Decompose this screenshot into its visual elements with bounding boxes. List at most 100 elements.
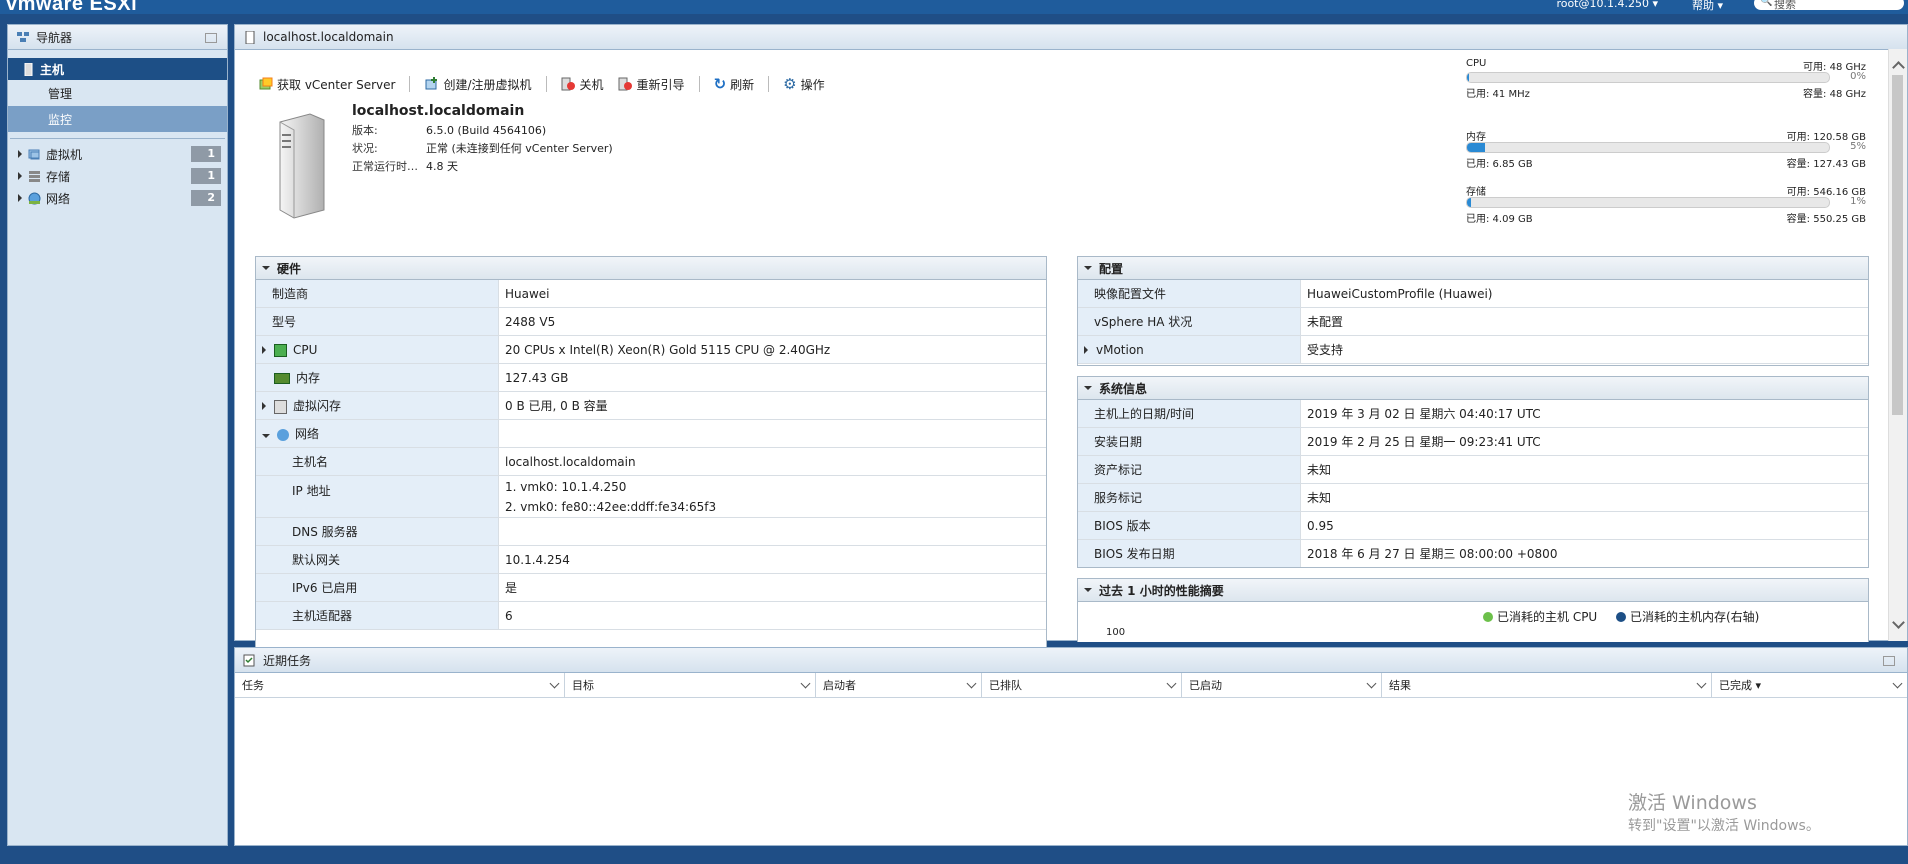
user-menu[interactable]: root@10.1.4.250 ▾ xyxy=(1556,0,1658,10)
scroll-down-icon[interactable] xyxy=(1892,616,1905,629)
column-target[interactable]: 目标 xyxy=(565,673,816,697)
expand-icon[interactable] xyxy=(18,150,22,158)
toolbar-separator xyxy=(409,76,411,92)
hardware-header[interactable]: 硬件 xyxy=(256,257,1046,280)
minimize-icon[interactable] xyxy=(1883,656,1895,666)
storage-icon xyxy=(29,170,40,182)
nav-network[interactable]: 网络 2 xyxy=(8,187,227,209)
performance-header[interactable]: 过去 1 小时的性能摘要 xyxy=(1078,579,1868,602)
table-row: 主机适配器 6 xyxy=(256,601,1046,630)
chevron-down-icon[interactable] xyxy=(1366,678,1377,689)
axis-tick: 100 xyxy=(1106,627,1126,638)
chevron-down-icon[interactable] xyxy=(549,678,560,689)
table-row: 默认网关 10.1.4.254 xyxy=(256,545,1046,574)
refresh-button[interactable]: ↻ 刷新 xyxy=(714,75,755,93)
help-menu[interactable]: 帮助 ▾ xyxy=(1692,0,1723,13)
column-initiator[interactable]: 启动者 xyxy=(816,673,982,697)
collapse-icon[interactable] xyxy=(1084,588,1092,592)
memory-meter: 内存 可用: 120.58 GB 5% 已用: 6.85 GB 容量: 127.43… xyxy=(1466,132,1866,170)
configuration-header[interactable]: 配置 xyxy=(1078,257,1868,280)
column-queued[interactable]: 已排队 xyxy=(982,673,1182,697)
nav-manage-label: 管理 xyxy=(48,86,73,101)
chevron-down-icon[interactable] xyxy=(966,678,977,689)
collapse-icon[interactable] xyxy=(262,434,270,438)
scroll-thumb[interactable] xyxy=(1892,75,1903,415)
expand-icon[interactable] xyxy=(262,402,266,410)
search-input[interactable]: 🔍 搜索 xyxy=(1754,0,1904,11)
table-row: 型号 2488 V5 xyxy=(256,307,1046,336)
table-row: 映像配置文件 HuaweiCustomProfile (Huawei) xyxy=(1078,280,1868,308)
vmware-logo: vmware ESXi xyxy=(6,0,138,15)
toolbar: 获取 vCenter Server 创建/注册虚拟机 关机 重新引导 ↻ 刷新 … xyxy=(259,75,839,93)
minimize-icon[interactable] xyxy=(205,33,217,43)
memory-icon xyxy=(274,373,290,384)
nav-vms[interactable]: 虚拟机 1 xyxy=(8,143,227,165)
nav-host[interactable]: 主机 xyxy=(8,58,227,80)
vcenter-icon xyxy=(259,77,273,90)
table-row: 安装日期 2019 年 2 月 25 日 星期一 09:23:41 UTC xyxy=(1078,427,1868,456)
nav-monitor[interactable]: 监控 xyxy=(8,106,227,132)
toolbar-separator xyxy=(698,76,700,92)
nav-storage-label: 存储 xyxy=(46,169,71,184)
chevron-down-icon[interactable] xyxy=(1892,678,1903,689)
nav-host-label: 主机 xyxy=(40,62,65,77)
storage-usage-bar xyxy=(1466,197,1830,208)
table-row: 制造商 Huawei xyxy=(256,280,1046,308)
scroll-up-icon[interactable] xyxy=(1892,61,1905,74)
expand-icon[interactable] xyxy=(262,345,266,354)
vm-count-badge: 1 xyxy=(191,146,221,162)
system-info-table: 主机上的日期/时间 2019 年 3 月 02 日 星期六 04:40:17 UT… xyxy=(1078,400,1868,567)
chevron-down-icon[interactable] xyxy=(800,678,811,689)
storage-meter: 存储 可用: 546.16 GB 1% 已用: 4.09 GB 容量: 550.25… xyxy=(1466,187,1866,225)
nav-vms-label: 虚拟机 xyxy=(46,147,83,162)
network-icon xyxy=(277,428,289,441)
get-vcenter-button[interactable]: 获取 vCenter Server xyxy=(259,76,395,93)
configuration-table: 映像配置文件 HuaweiCustomProfile (Huawei) vSphe… xyxy=(1078,280,1868,364)
main-title: localhost.localdomain xyxy=(263,30,394,44)
refresh-icon: ↻ xyxy=(713,75,727,93)
collapse-icon[interactable] xyxy=(1084,266,1092,270)
host-icon xyxy=(24,62,33,76)
table-row[interactable]: CPU 20 CPUs x Intel(R) Xeon(R) Gold 5115 … xyxy=(256,335,1046,364)
table-row: 主机上的日期/时间 2019 年 3 月 02 日 星期六 04:40:17 UT… xyxy=(1078,400,1868,428)
network-count-badge: 2 xyxy=(191,190,221,206)
table-row: IPv6 已启用是 xyxy=(256,573,1046,602)
column-result[interactable]: 结果 xyxy=(1382,673,1712,697)
table-row: 服务标记 未知 xyxy=(1078,483,1868,512)
column-completed[interactable]: 已完成 ▾ xyxy=(1712,673,1907,697)
actions-button[interactable]: ⚙ 操作 xyxy=(783,75,824,93)
column-started[interactable]: 已启动 xyxy=(1182,673,1382,697)
expand-icon[interactable] xyxy=(18,194,22,202)
column-task[interactable]: 任务 xyxy=(235,673,565,697)
cpu-meter: CPU 可用: 48 GHz 0% 已用: 41 MHz 容量: 48 GHz xyxy=(1466,58,1866,100)
table-row[interactable]: 虚拟闪存 0 B 已用, 0 B 容量 xyxy=(256,391,1046,420)
nav-manage[interactable]: 管理 xyxy=(8,80,227,106)
create-vm-icon xyxy=(425,77,438,90)
expand-icon[interactable] xyxy=(1084,345,1088,354)
table-row: vSphere HA 状况 未配置 xyxy=(1078,307,1868,336)
navigator-icon xyxy=(17,32,29,42)
host-name: localhost.localdomain xyxy=(352,103,525,119)
shutdown-button[interactable]: 关机 xyxy=(561,76,604,93)
create-vm-button[interactable]: 创建/注册虚拟机 xyxy=(424,76,532,93)
host-icon xyxy=(245,30,255,44)
collapse-icon[interactable] xyxy=(1084,386,1092,390)
table-row: 内存 127.43 GB xyxy=(256,363,1046,392)
system-info-header[interactable]: 系统信息 xyxy=(1078,377,1868,400)
table-row[interactable]: vMotion 受支持 xyxy=(1078,335,1868,364)
collapse-icon[interactable] xyxy=(262,266,270,270)
vertical-scrollbar[interactable] xyxy=(1888,49,1907,641)
table-row[interactable]: 网络 xyxy=(256,419,1046,448)
activation-watermark-text: 转到"设置"以激活 Windows。 xyxy=(1628,818,1820,834)
nav-storage[interactable]: 存储 1 xyxy=(8,165,227,187)
top-bar: vmware ESXi root@10.1.4.250 ▾ 帮助 ▾ 🔍 搜索 xyxy=(0,0,1908,15)
network-icon xyxy=(28,192,41,204)
chevron-down-icon[interactable] xyxy=(1696,678,1707,689)
host-main-panel: localhost.localdomain 获取 vCenter Server … xyxy=(234,24,1908,652)
chevron-down-icon[interactable] xyxy=(1166,678,1177,689)
vm-icon xyxy=(28,149,40,159)
reboot-button[interactable]: 重新引导 xyxy=(618,76,685,93)
storage-count-badge: 1 xyxy=(191,168,221,184)
flash-icon xyxy=(274,399,287,414)
expand-icon[interactable] xyxy=(18,172,22,180)
